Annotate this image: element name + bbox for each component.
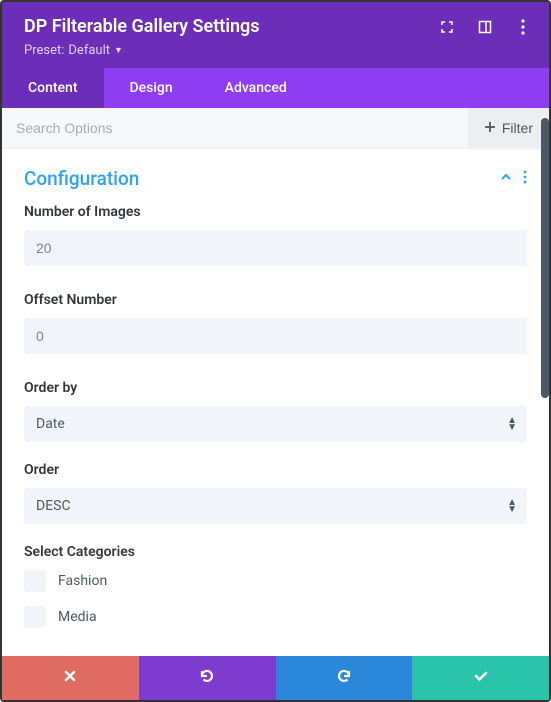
offset-label: Offset Number: [24, 292, 527, 308]
redo-button[interactable]: [276, 656, 413, 700]
cancel-button[interactable]: [2, 656, 139, 700]
num-images-label: Number of Images: [24, 204, 527, 220]
save-button[interactable]: [412, 656, 549, 700]
category-item: Fashion: [24, 570, 527, 592]
content-panel: Configuration Number of Images Offset Nu…: [2, 149, 549, 641]
plus-icon: [484, 120, 496, 136]
snap-icon[interactable]: [477, 19, 493, 35]
section-more-icon[interactable]: [523, 169, 527, 188]
num-images-input[interactable]: [24, 230, 527, 266]
scrollbar[interactable]: [541, 118, 549, 398]
footer-actions: [2, 656, 549, 700]
check-icon: [472, 667, 490, 690]
preset-selector[interactable]: Preset: Default ▼: [24, 43, 531, 58]
close-icon: [63, 669, 77, 688]
expand-icon[interactable]: [439, 19, 455, 35]
chevron-down-icon: ▼: [114, 45, 123, 56]
tab-advanced[interactable]: Advanced: [199, 68, 313, 108]
collapse-icon[interactable]: [499, 169, 513, 188]
category-checkbox-fashion[interactable]: [24, 570, 46, 592]
offset-input[interactable]: [24, 318, 527, 354]
order-by-select[interactable]: Date: [24, 406, 527, 442]
category-checkbox-media[interactable]: [24, 606, 46, 628]
categories-label: Select Categories: [24, 544, 527, 560]
filter-label: Filter: [502, 120, 533, 136]
category-label: Media: [58, 609, 97, 625]
search-input[interactable]: [2, 108, 468, 148]
tabs: Content Design Advanced: [2, 68, 549, 108]
tab-content[interactable]: Content: [2, 68, 104, 108]
undo-button[interactable]: [139, 656, 276, 700]
preset-label: Preset:: [24, 43, 64, 58]
category-label: Fashion: [58, 573, 107, 589]
order-select[interactable]: DESC: [24, 488, 527, 524]
tab-design[interactable]: Design: [104, 68, 199, 108]
search-bar: Filter: [2, 108, 549, 149]
preset-value: Default: [68, 43, 110, 58]
order-label: Order: [24, 462, 527, 478]
modal-title: DP Filterable Gallery Settings: [24, 16, 260, 37]
filter-button[interactable]: Filter: [468, 108, 549, 148]
order-by-label: Order by: [24, 380, 527, 396]
undo-icon: [198, 667, 216, 690]
category-item: Media: [24, 606, 527, 628]
redo-icon: [335, 667, 353, 690]
section-title: Configuration: [24, 167, 139, 190]
more-icon[interactable]: [515, 19, 531, 35]
modal-header: DP Filterable Gallery Settings Preset: D…: [2, 2, 549, 68]
